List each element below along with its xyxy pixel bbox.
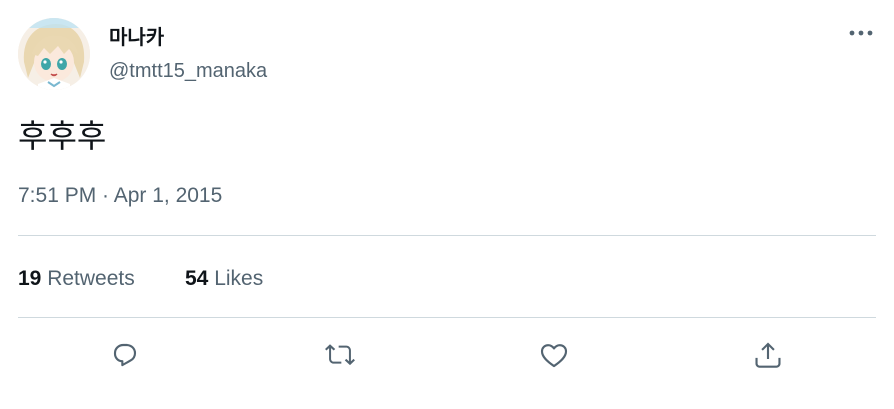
tweet-timestamp[interactable]: 7:51 PM · Apr 1, 2015 [18, 182, 222, 210]
retweet-button[interactable] [321, 336, 359, 374]
avatar-image [18, 18, 90, 90]
more-options-button[interactable] [846, 20, 876, 46]
tweet-detail: 마나카 @tmtt15_manaka 후후후 7:51 PM · Apr 1, … [0, 0, 894, 409]
like-button[interactable] [535, 336, 573, 374]
retweets-label: Retweets [47, 267, 135, 290]
likes-stat[interactable]: 54 Likes [185, 264, 263, 294]
display-name[interactable]: 마나카 [109, 24, 164, 50]
user-handle[interactable]: @tmtt15_manaka [109, 58, 267, 84]
divider [18, 317, 876, 318]
more-horizontal-icon [849, 30, 873, 36]
divider [18, 235, 876, 236]
share-button[interactable] [749, 336, 787, 374]
reply-button[interactable] [106, 336, 144, 374]
tweet-text: 후후후 [18, 117, 107, 155]
reply-icon [113, 343, 137, 367]
likes-count: 54 [185, 267, 209, 290]
avatar[interactable] [18, 18, 90, 90]
likes-label: Likes [214, 267, 264, 290]
share-icon [755, 342, 781, 368]
retweets-stat[interactable]: 19 Retweets [18, 264, 135, 294]
heart-icon [540, 344, 568, 368]
retweets-count: 19 [18, 267, 42, 290]
retweet-icon [325, 344, 355, 366]
